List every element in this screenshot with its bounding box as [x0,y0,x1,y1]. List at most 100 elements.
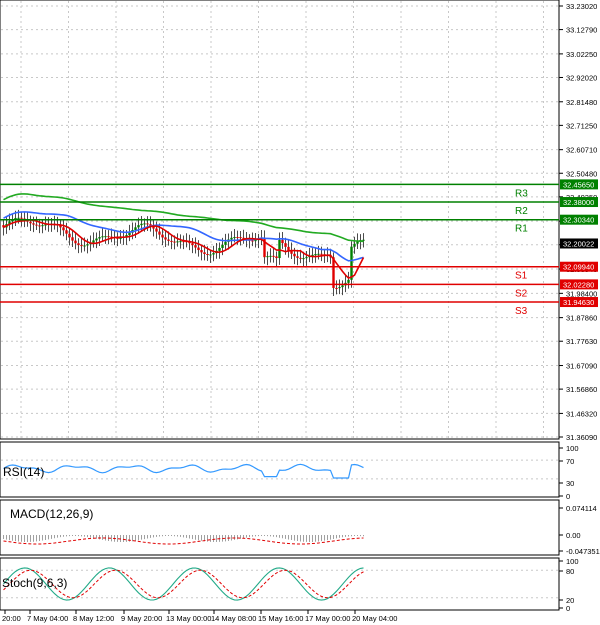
price-tick-label: 33.23020 [566,2,597,11]
price-tick-label: 31.87860 [566,314,597,323]
level-label-s2: S2 [515,288,528,299]
current-price-value: 32.20022 [563,239,594,248]
time-tick-label: 14 May 08:00 [211,614,256,623]
candle-body [92,240,95,243]
time-tick-label: 20 May 04:00 [352,614,397,623]
chart-canvas: R3 R2 R1 S1 S2 S3 33.23020 33.12790 33.02250 32.… [0,0,600,623]
candle-body [194,245,197,248]
candle-body [62,227,65,231]
candle-body [272,255,275,257]
candle-body [17,217,20,219]
candle-body [128,232,131,236]
candle-body [269,255,272,257]
candle-body [305,257,308,259]
candle-body [335,287,338,289]
candle-body [71,237,74,241]
level-price-value: 31.94630 [563,298,594,307]
sub-axis-label: 0 [566,604,570,613]
stochastic-panel[interactable] [1,567,558,601]
candle-body [161,234,164,238]
candle-body [293,253,296,257]
candle-body [29,221,32,224]
candle-body [281,239,284,244]
level-price-value: 32.02280 [563,280,594,289]
sub-axis-label: 0 [566,492,570,501]
candle-body [278,239,281,259]
candle-body [41,225,44,227]
price-tick-label: 33.12790 [566,26,597,35]
time-tick-label: 9 May 20:00 [121,614,162,623]
candle-body [236,237,239,239]
candle-body [296,256,299,258]
candle-body [254,240,257,242]
candle-body [341,285,344,288]
candle-body [65,230,68,234]
candle-body [179,241,182,243]
candle-body [284,243,287,247]
candle-body [68,233,71,238]
candle-body [104,236,107,238]
candle-body [209,254,212,256]
level-price-value: 32.30340 [563,216,594,225]
candle-body [203,252,206,255]
candle-body [137,225,140,228]
candle-body [101,236,104,238]
price-tick-label: 31.98400 [566,289,597,298]
candle-body [35,224,38,226]
price-tick-label: 31.77630 [566,337,597,346]
rsi-panel[interactable] [1,459,558,480]
time-tick-label: 13 May 00:00 [166,614,211,623]
candle-body [164,237,167,240]
candle-body [170,240,173,242]
candle-body [239,237,242,239]
candle-body [353,243,356,247]
sub-axis-label: 0.074114 [566,504,597,513]
candle-body [275,256,278,259]
candle-body [212,253,215,255]
candle-body [146,223,149,225]
price-tick-label: 33.02250 [566,50,597,59]
candle-body [266,256,269,258]
time-tick-label: 15 May 16:00 [258,614,303,623]
candle-body [140,223,143,226]
time-tick-label: 8 May 12:00 [73,614,114,623]
level-label-s1: S1 [515,271,528,282]
macd-panel[interactable] [3,535,364,545]
candle-body [20,217,23,219]
candle-body [107,236,110,238]
candle-body [224,241,227,245]
candle-body [317,253,320,255]
price-tick-label: 32.50480 [566,169,597,178]
price-tick-label: 31.56860 [566,385,597,394]
sub-axis-label: 100 [566,444,579,453]
candle-body [119,237,122,239]
candle-body [80,245,83,247]
candle-body [221,244,224,248]
stoch-panel-frame [0,557,560,611]
candle-body [338,287,341,289]
candle-body [32,223,35,225]
candle-body [176,241,179,243]
level-price-value: 32.09940 [563,263,594,272]
price-tick-label: 32.60710 [566,146,597,155]
price-tick-label: 31.46320 [566,409,597,418]
rsi-line [3,463,364,479]
candle-body [77,243,80,246]
candle-body [167,239,170,241]
level-label-r3: R3 [515,188,528,199]
price-tick-label: 32.81480 [566,98,597,107]
candle-body [350,246,353,280]
candle-body [299,257,302,259]
candle-body [332,257,335,288]
sub-axis-label: -0.047351 [566,547,600,556]
time-tick-label: 20:00 [2,614,21,623]
candle-body [251,240,254,242]
level-label-r1: R1 [515,224,528,235]
candle-body [191,243,194,246]
candle-body [155,228,158,232]
rsi-label: RSI(14) [3,465,44,479]
candle-body [200,250,203,253]
time-tick-label: 17 May 00:00 [305,614,350,623]
price-tick-label: 31.67090 [566,362,597,371]
stoch-label: Stoch(9,6,3) [2,576,67,590]
